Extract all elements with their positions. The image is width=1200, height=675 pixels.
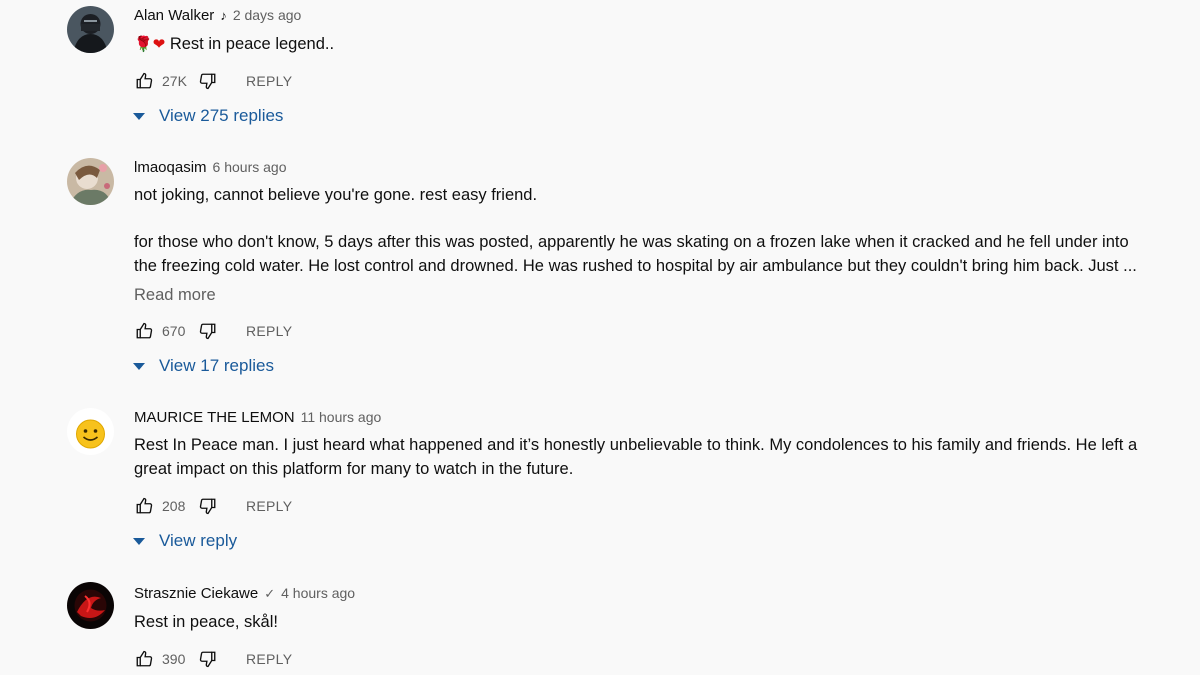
comment-author[interactable]: MAURICE THE LEMON [134, 409, 295, 426]
thumbs-down-icon[interactable] [198, 496, 218, 516]
reply-button[interactable]: REPLY [246, 323, 292, 339]
like-count: 27K [162, 73, 187, 89]
comment-actions: 27K REPLY [134, 70, 292, 92]
comment-timestamp[interactable]: 2 days ago [233, 7, 302, 23]
reply-button[interactable]: REPLY [246, 651, 292, 667]
view-replies-label: View reply [159, 531, 238, 550]
reply-button[interactable]: REPLY [246, 73, 292, 89]
comment-paragraph: great impact on this platform for many t… [134, 459, 574, 478]
comment-header: MAURICE THE LEMON 11 hours ago [134, 409, 381, 426]
view-replies-button[interactable]: View 17 replies [131, 356, 274, 376]
read-more-link[interactable]: Read more [134, 286, 216, 305]
thumbs-down-icon[interactable] [198, 321, 218, 341]
avatar[interactable] [67, 408, 114, 455]
avatar[interactable] [67, 582, 114, 629]
caret-down-icon [133, 362, 145, 370]
view-replies-label: View 275 replies [159, 106, 284, 125]
comment-text: not joking, cannot believe you're gone. … [134, 184, 1144, 278]
like-count: 208 [162, 498, 186, 514]
like-count: 390 [162, 651, 186, 667]
music-note-icon: ♪ [220, 8, 227, 23]
comment-header: Alan Walker ♪ 2 days ago [134, 7, 301, 24]
verified-check-icon: ✓ [264, 586, 276, 601]
comment-actions: 670 REPLY [134, 320, 292, 342]
thumbs-up-icon[interactable] [134, 496, 154, 516]
thumbs-up-icon[interactable] [134, 71, 154, 91]
comment-actions: 208 REPLY [134, 495, 292, 517]
comment-header: Strasznie Ciekawe ✓ 4 hours ago [134, 585, 355, 602]
comment-author[interactable]: Strasznie Ciekawe [134, 585, 258, 602]
avatar[interactable] [67, 6, 114, 53]
thumbs-up-icon[interactable] [134, 649, 154, 669]
comment-header: lmaoqasim 6 hours ago [134, 159, 286, 176]
comment-timestamp[interactable]: 6 hours ago [213, 159, 287, 175]
caret-down-icon [133, 112, 145, 120]
comment-paragraph: Rest In Peace man. I just heard what hap… [134, 436, 1138, 454]
thumbs-down-icon[interactable] [198, 71, 218, 91]
comment-text: 🌹❤ Rest in peace legend.. [134, 33, 1144, 57]
comment-paragraph: not joking, cannot believe you're gone. … [134, 186, 538, 204]
comment-paragraph: Rest in peace, skål! [134, 613, 278, 631]
comment-paragraph: for those who don't know, 5 days after t… [134, 233, 1129, 251]
comment-text: Rest in peace, skål! [134, 611, 1144, 635]
view-replies-button[interactable]: View reply [131, 531, 237, 551]
like-count: 670 [162, 323, 186, 339]
view-replies-label: View 17 replies [159, 356, 274, 375]
caret-down-icon [133, 537, 145, 545]
comment-paragraph: the freezing cold water. He lost control… [134, 256, 1137, 275]
avatar[interactable] [67, 158, 114, 205]
comment-timestamp[interactable]: 4 hours ago [281, 585, 355, 601]
reply-button[interactable]: REPLY [246, 498, 292, 514]
comment-author[interactable]: Alan Walker [134, 7, 214, 24]
comment-text-content: Rest in peace legend.. [169, 35, 335, 53]
comment-timestamp[interactable]: 11 hours ago [301, 409, 382, 425]
comment-text: Rest In Peace man. I just heard what hap… [134, 434, 1144, 481]
view-replies-button[interactable]: View 275 replies [131, 106, 283, 126]
rose-heart-emoji: 🌹❤ [134, 36, 166, 53]
comment-author[interactable]: lmaoqasim [134, 159, 207, 176]
thumbs-down-icon[interactable] [198, 649, 218, 669]
thumbs-up-icon[interactable] [134, 321, 154, 341]
comment-actions: 390 REPLY [134, 648, 292, 670]
